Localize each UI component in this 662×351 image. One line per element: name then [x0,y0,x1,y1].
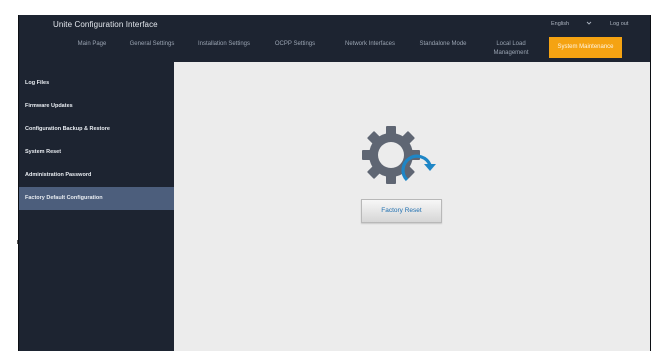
nav-local-load-management[interactable]: Local Load Management [489,40,533,58]
chevron-down-icon[interactable] [586,20,592,26]
nav-network-interfaces[interactable]: Network Interfaces [335,40,405,49]
sidebar-item-factory-default-configuration[interactable]: Factory Default Configuration [19,187,174,210]
sidebar: Log Files Firmware Updates Configuration… [19,62,174,351]
edge-divider [17,240,18,244]
sidebar-item-firmware-updates[interactable]: Firmware Updates [19,95,174,118]
sidebar-item-log-files[interactable]: Log Files [19,72,174,95]
logout-link[interactable]: Log out [610,21,628,27]
nav-installation-settings[interactable]: Installation Settings [190,40,258,49]
nav-main-page[interactable]: Main Page [61,40,123,49]
top-bar: Unite Configuration Interface English Lo… [19,15,650,62]
sidebar-item-administration-password[interactable]: Administration Password [19,164,174,187]
main-nav: Main Page General Settings Installation … [19,37,650,62]
sidebar-item-system-reset[interactable]: System Reset [19,141,174,164]
nav-standalone-mode[interactable]: Standalone Mode [411,40,475,49]
app-title: Unite Configuration Interface [53,20,158,29]
factory-reset-button[interactable]: Factory Reset [361,199,442,223]
nav-system-maintenance[interactable]: System Maintenance [549,37,622,58]
app-window: Unite Configuration Interface English Lo… [18,15,651,351]
sidebar-item-configuration-backup-restore[interactable]: Configuration Backup & Restore [19,118,174,141]
gear-reset-icon [362,126,436,184]
language-select[interactable]: English [551,21,569,27]
nav-general-settings[interactable]: General Settings [122,40,182,49]
main-content: Factory Reset [174,62,650,351]
nav-ocpp-settings[interactable]: OCPP Settings [267,40,323,49]
